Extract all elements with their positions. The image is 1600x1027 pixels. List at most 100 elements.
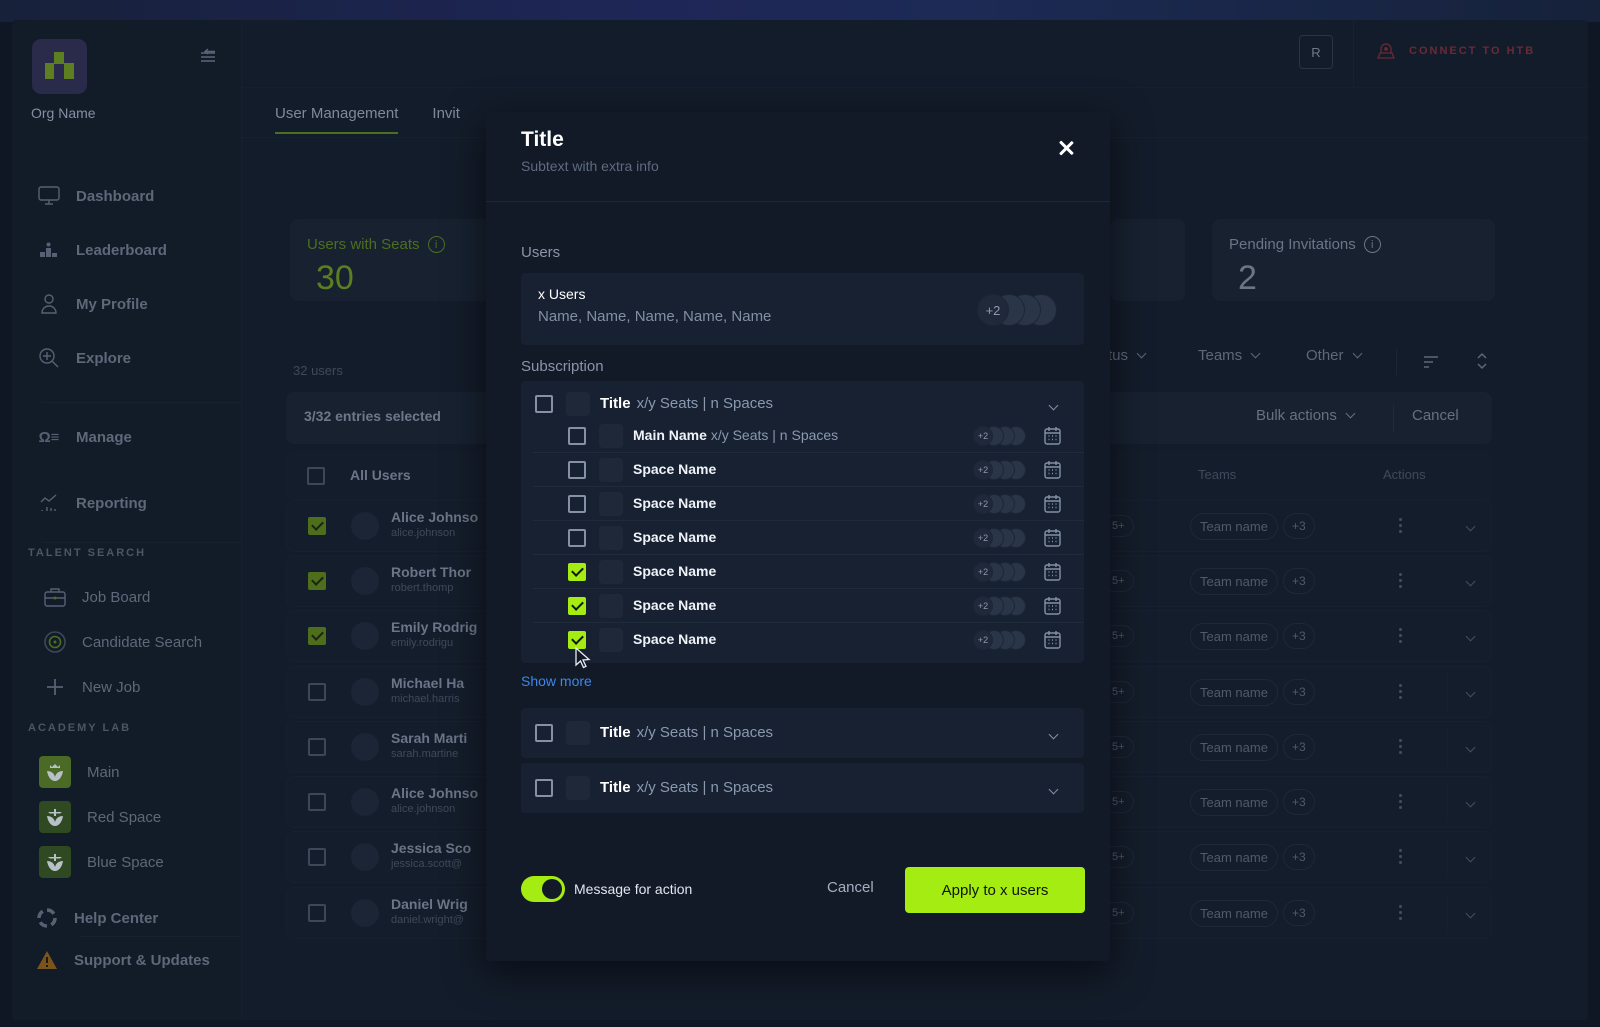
kebab-menu-icon[interactable] <box>1399 847 1402 865</box>
row-checkbox[interactable] <box>308 683 326 701</box>
sidebar-item-red-space[interactable]: Red Space <box>39 801 161 833</box>
select-all-checkbox[interactable] <box>307 467 325 485</box>
calendar-icon[interactable] <box>1044 460 1061 479</box>
space-checkbox[interactable] <box>568 461 586 479</box>
more-teams-pill[interactable]: +3 <box>1283 679 1315 705</box>
kebab-menu-icon[interactable] <box>1399 516 1402 534</box>
team-pill[interactable]: Team name <box>1190 513 1278 540</box>
calendar-icon[interactable] <box>1044 426 1061 445</box>
connect-to-htb-button[interactable]: CONNECT TO HTB <box>1377 42 1535 60</box>
chevron-down-icon[interactable] <box>1465 572 1476 590</box>
calendar-icon[interactable] <box>1044 528 1061 547</box>
sidebar-item-support[interactable]: Support & Updates <box>36 949 210 971</box>
row-checkbox[interactable] <box>308 572 326 590</box>
space-checkbox[interactable] <box>568 597 586 615</box>
chevron-down-icon[interactable] <box>1048 780 1059 798</box>
space-row[interactable]: Space Name +2 <box>521 555 1084 589</box>
chevron-down-icon[interactable] <box>1048 396 1059 414</box>
kebab-menu-icon[interactable] <box>1399 626 1402 644</box>
row-checkbox[interactable] <box>308 793 326 811</box>
space-row[interactable]: Space Name +2 <box>521 589 1084 623</box>
calendar-icon[interactable] <box>1044 494 1061 513</box>
row-checkbox[interactable] <box>308 848 326 866</box>
row-checkbox[interactable] <box>308 517 326 535</box>
subscription-group-header[interactable]: Title x/y Seats | n Spaces <box>521 763 1084 813</box>
sidebar-item-new-job[interactable]: New Job <box>44 676 140 698</box>
calendar-icon[interactable] <box>1044 630 1061 649</box>
tab-invitations[interactable]: Invit <box>432 105 460 134</box>
sidebar-item-candidate-search[interactable]: Candidate Search <box>44 631 202 653</box>
more-teams-pill[interactable]: +3 <box>1283 789 1315 815</box>
team-pill[interactable]: Team name <box>1190 623 1278 650</box>
sidebar-item-manage[interactable]: Ω≡ Manage <box>38 426 132 448</box>
chevron-down-icon[interactable] <box>1048 725 1059 743</box>
space-row[interactable]: Space Name +2 <box>521 521 1084 555</box>
more-teams-pill[interactable]: +3 <box>1283 623 1315 649</box>
more-teams-pill[interactable]: +3 <box>1283 734 1315 760</box>
space-row[interactable]: Space Name +2 <box>521 453 1084 487</box>
group-checkbox[interactable] <box>535 395 553 413</box>
more-teams-pill[interactable]: +3 <box>1283 513 1315 539</box>
chevron-down-icon[interactable] <box>1465 627 1476 645</box>
kebab-menu-icon[interactable] <box>1399 737 1402 755</box>
chevron-down-icon[interactable] <box>1465 738 1476 756</box>
bulk-cancel-button[interactable]: Cancel <box>1412 407 1459 424</box>
chevron-down-icon[interactable] <box>1465 517 1476 535</box>
apply-button[interactable]: Apply to x users <box>905 867 1085 913</box>
more-teams-pill[interactable]: +3 <box>1283 568 1315 594</box>
team-pill[interactable]: Team name <box>1190 789 1278 816</box>
sidebar-item-my-profile[interactable]: My Profile <box>38 293 148 315</box>
calendar-icon[interactable] <box>1044 562 1061 581</box>
team-pill[interactable]: Team name <box>1190 900 1278 927</box>
team-pill[interactable]: Team name <box>1190 844 1278 871</box>
space-checkbox[interactable] <box>568 495 586 513</box>
kebab-menu-icon[interactable] <box>1399 903 1402 921</box>
row-checkbox[interactable] <box>308 738 326 756</box>
kebab-menu-icon[interactable] <box>1399 571 1402 589</box>
team-pill[interactable]: Team name <box>1190 679 1278 706</box>
sidebar-item-explore[interactable]: Explore <box>38 347 131 369</box>
sort-order-icon[interactable] <box>1476 352 1488 370</box>
chevron-down-icon[interactable] <box>1465 904 1476 922</box>
close-icon[interactable] <box>1056 138 1076 158</box>
sidebar-item-dashboard[interactable]: Dashboard <box>38 185 154 207</box>
filter-teams[interactable]: Teams <box>1198 347 1261 364</box>
kebab-menu-icon[interactable] <box>1399 792 1402 810</box>
chevron-down-icon[interactable] <box>1465 848 1476 866</box>
collapse-sidebar-icon[interactable] <box>199 47 217 65</box>
tab-user-management[interactable]: User Management <box>275 105 399 134</box>
info-icon[interactable]: i <box>427 236 445 253</box>
more-teams-pill[interactable]: +3 <box>1283 844 1315 870</box>
subscription-group-header[interactable]: Title x/y Seats | n Spaces <box>521 708 1084 758</box>
modal-cancel-button[interactable]: Cancel <box>827 879 874 896</box>
sidebar-item-leaderboard[interactable]: Leaderboard <box>38 239 167 261</box>
chevron-down-icon[interactable] <box>1465 683 1476 701</box>
chevron-down-icon[interactable] <box>1465 793 1476 811</box>
space-checkbox[interactable] <box>568 427 586 445</box>
user-avatar-button[interactable]: R <box>1299 35 1333 69</box>
sidebar-item-reporting[interactable]: Reporting <box>38 492 147 514</box>
sort-icon[interactable] <box>1423 356 1439 368</box>
filter-other[interactable]: Other <box>1306 347 1362 364</box>
calendar-icon[interactable] <box>1044 596 1061 615</box>
space-checkbox[interactable] <box>568 563 586 581</box>
group-checkbox[interactable] <box>535 779 553 797</box>
row-checkbox[interactable] <box>308 627 326 645</box>
message-toggle[interactable] <box>521 876 565 902</box>
kebab-menu-icon[interactable] <box>1399 682 1402 700</box>
sidebar-item-blue-space[interactable]: Blue Space <box>39 846 164 878</box>
group-checkbox[interactable] <box>535 724 553 742</box>
show-more-link[interactable]: Show more <box>521 673 592 689</box>
sidebar-item-help-center[interactable]: Help Center <box>36 907 158 929</box>
team-pill[interactable]: Team name <box>1190 734 1278 761</box>
row-checkbox[interactable] <box>308 904 326 922</box>
team-pill[interactable]: Team name <box>1190 568 1278 595</box>
space-checkbox[interactable] <box>568 529 586 547</box>
space-row[interactable]: Main Name x/y Seats | n Spaces +2 <box>521 419 1084 453</box>
more-teams-pill[interactable]: +3 <box>1283 900 1315 926</box>
space-row[interactable]: Space Name +2 <box>521 623 1084 657</box>
sidebar-item-job-board[interactable]: Job Board <box>44 586 150 608</box>
sidebar-item-main[interactable]: Main <box>39 756 120 788</box>
info-icon[interactable]: i <box>1363 236 1381 253</box>
org-logo[interactable] <box>32 39 87 94</box>
